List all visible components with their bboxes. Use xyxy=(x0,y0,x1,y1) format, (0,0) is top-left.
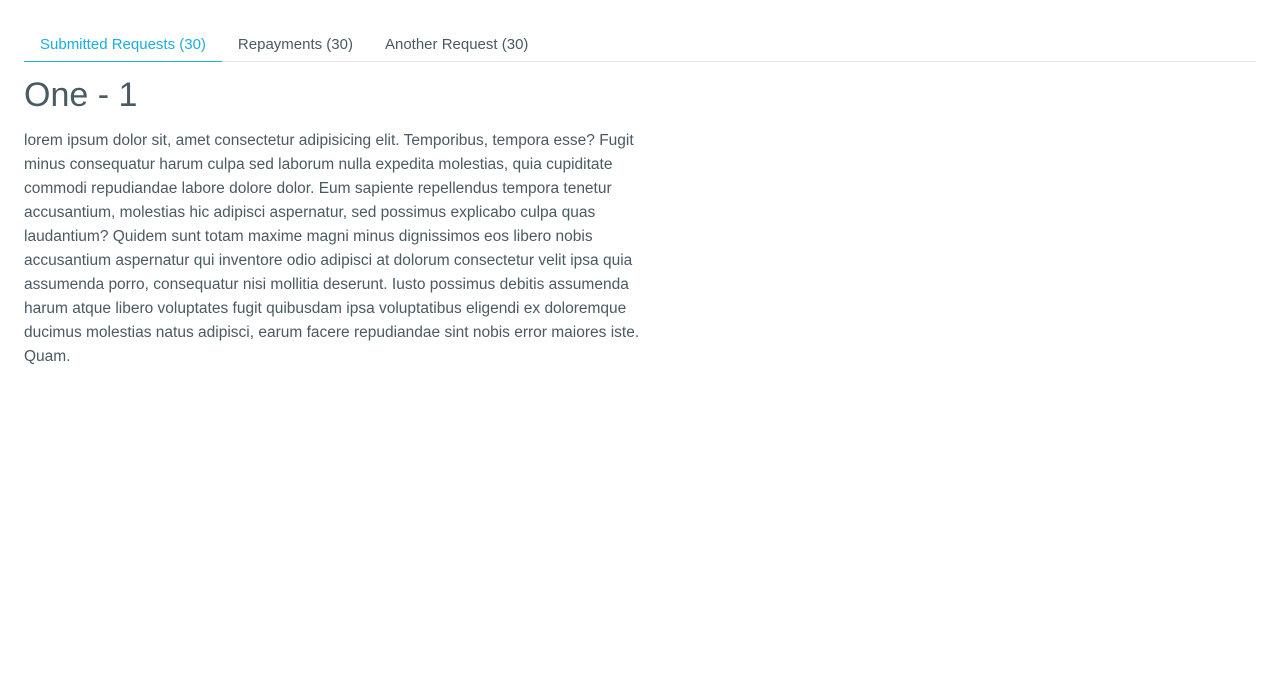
tab-submitted-requests[interactable]: Submitted Requests (30) xyxy=(24,24,222,62)
content-title: One - 1 xyxy=(24,76,138,114)
tab-another-request[interactable]: Another Request (30) xyxy=(369,24,544,62)
tab-bar: Submitted Requests (30) Repayments (30) … xyxy=(24,24,1256,62)
page: Submitted Requests (30) Repayments (30) … xyxy=(0,0,1280,694)
content-body: lorem ipsum dolor sit, amet consectetur … xyxy=(24,132,640,365)
tab-repayments[interactable]: Repayments (30) xyxy=(222,24,369,62)
